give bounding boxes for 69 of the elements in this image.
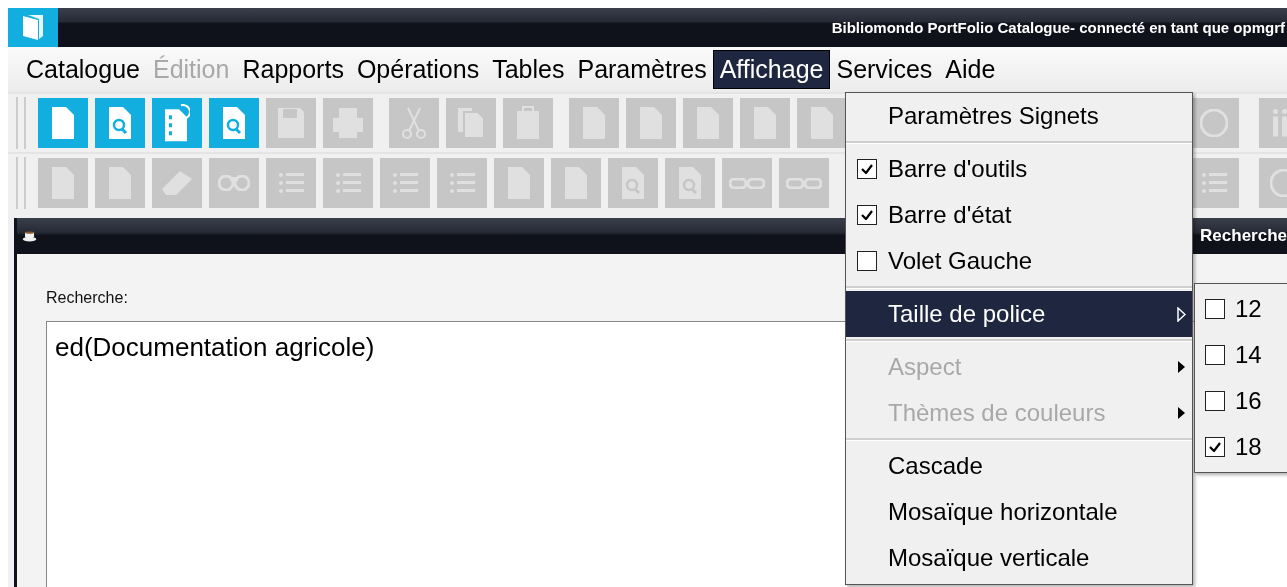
menu-item[interactable]: 14 (1195, 332, 1287, 378)
list-icon (334, 172, 362, 194)
list-icon (1200, 172, 1228, 194)
checkbox[interactable] (1205, 299, 1225, 319)
menu-item[interactable]: Aide (939, 51, 1002, 88)
menu-item[interactable]: Opérations (350, 51, 486, 88)
checkbox[interactable] (1205, 437, 1225, 457)
list-icon (277, 172, 305, 194)
book-icon (22, 14, 44, 41)
menu-item[interactable]: Services (830, 51, 939, 88)
menu-item[interactable]: Catalogue (20, 51, 146, 88)
window-title: Bibliomondo PortFolio Catalogue- connecté en tant que opmgrf (831, 19, 1285, 36)
menu-item[interactable]: Mosaïque horizontale (846, 489, 1192, 535)
menu-item[interactable]: Volet Gauche (846, 238, 1192, 284)
checkbox[interactable] (857, 159, 877, 179)
document-icon (639, 106, 663, 140)
menu-item[interactable]: Rapports (236, 51, 350, 88)
toolbar-button[interactable] (209, 98, 259, 148)
document-icon (108, 166, 132, 200)
scissors-icon (402, 107, 426, 139)
menu-item[interactable]: Paramètres (571, 51, 713, 88)
document-icon (696, 106, 720, 140)
binoculars-icon (218, 175, 250, 191)
field-label: Recherche: (46, 289, 129, 307)
toolbar-button[interactable] (38, 98, 88, 148)
document-icon (582, 106, 606, 140)
menu-item[interactable]: Tables (486, 51, 571, 88)
menu-item[interactable]: Taille de police (846, 291, 1192, 337)
menu-item[interactable]: Barre d'état (846, 192, 1192, 238)
list-icon (448, 172, 476, 194)
toolbar-grip[interactable] (16, 97, 26, 149)
document-search-icon (108, 106, 132, 140)
checkbox[interactable] (1205, 345, 1225, 365)
menu-item[interactable]: 16 (1195, 378, 1287, 424)
menu-item[interactable]: Barre d'outils (846, 146, 1192, 192)
checkbox[interactable] (1205, 391, 1225, 411)
menu-item[interactable]: Affichage (713, 51, 830, 88)
toolbar-button[interactable] (152, 98, 202, 148)
check-icon (1209, 442, 1221, 452)
menu-item[interactable]: 18 (1195, 424, 1287, 470)
list-icon (391, 172, 419, 194)
copy-icon (457, 107, 485, 139)
chain-link-icon (786, 177, 822, 189)
checkbox[interactable] (857, 251, 877, 271)
document-search-icon (222, 106, 246, 140)
document-icon (507, 166, 531, 200)
child-window-title: Recherche (1200, 226, 1287, 246)
document-search-icon (678, 166, 702, 200)
toolbar-grip[interactable] (16, 157, 26, 209)
clipboard-icon (516, 106, 540, 140)
menu-item[interactable]: Paramètres Signets (846, 93, 1192, 139)
check-icon (861, 210, 873, 220)
checkbox[interactable] (857, 205, 877, 225)
document-icon (753, 106, 777, 140)
toolbar-button[interactable] (95, 98, 145, 148)
document-icon (564, 166, 588, 200)
submenu-arrow-icon (1177, 360, 1186, 374)
document-icon (51, 106, 75, 140)
menu-item[interactable]: Mosaïque verticale (846, 535, 1192, 581)
check-icon (861, 164, 873, 174)
document-search-icon (621, 166, 645, 200)
document-icon (810, 106, 834, 140)
chain-link-icon (729, 177, 765, 189)
document-icon (51, 166, 75, 200)
submenu-arrow-icon (1177, 306, 1186, 322)
menu-item[interactable]: Cascade (846, 443, 1192, 489)
submenu-arrow-icon (1177, 406, 1186, 420)
document-list-icon (163, 103, 191, 143)
eraser-icon (161, 170, 193, 196)
